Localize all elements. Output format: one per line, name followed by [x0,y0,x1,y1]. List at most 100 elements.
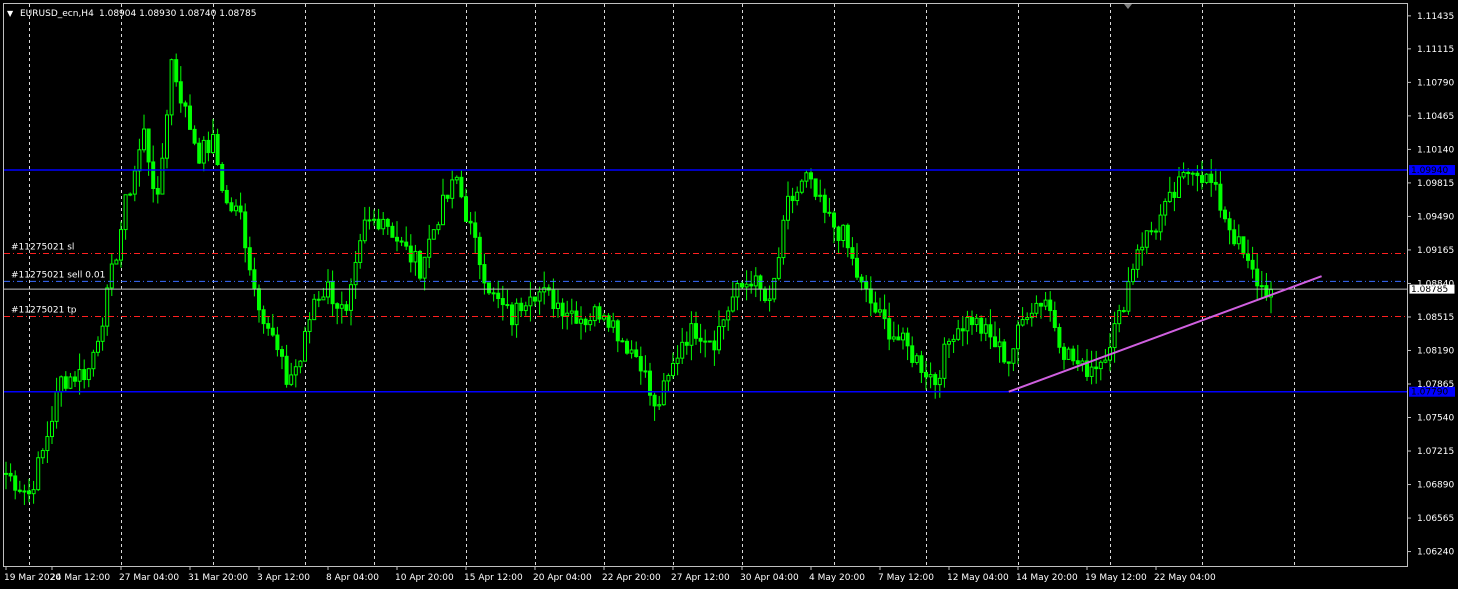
candle-body [937,377,942,386]
price-tick-label: 1.10790 [1417,78,1454,88]
candle-body [454,176,459,181]
candle-body [27,490,31,495]
candle-body [123,194,128,231]
candle-body [763,288,767,301]
time-tick-label: 8 Apr 04:00 [326,573,379,583]
candle-body [1177,176,1181,198]
candle-body [528,296,533,307]
candle-body [142,128,146,151]
time-tick-label: 3 Apr 12:00 [257,573,310,583]
order-sl-label: #11275021 sl [11,243,74,253]
candle-body [68,376,73,389]
candle-body [36,457,41,491]
candle-body [629,349,634,354]
candle-body [698,337,703,342]
candle-body [818,194,823,197]
candle-body [790,195,795,202]
candle-body [776,257,781,279]
chart-window[interactable]: 1.09940 1.07790 #11275021 sl #11275021 sell… [0,0,1458,589]
candle-body [878,309,882,313]
candle-body [1062,346,1066,360]
candle-body [1029,312,1034,319]
candle-body [289,374,294,385]
time-tick-label: 15 Apr 12:00 [464,573,523,583]
time-tick-label: 24 Mar 12:00 [50,573,110,583]
candle-body [4,472,8,475]
candle-body [1075,360,1080,365]
price-chart[interactable]: 1.099401.07790#11275021 sl#11275021 sell… [0,0,1458,589]
candle-body [1098,361,1103,370]
candle-body [128,193,133,196]
candle-body [1158,214,1163,233]
symbol-label: EURUSD_ecn,H4 [20,9,94,19]
candle-body [836,226,841,241]
candle-body [551,289,556,310]
candle-body [970,317,974,326]
candle-body [694,323,698,339]
candle-body [905,332,910,347]
candle-body [436,224,441,231]
candle-body [183,102,188,107]
candle-body [974,317,979,326]
time-tick-label: 19 May 12:00 [1085,573,1147,583]
candle-body [914,355,919,363]
price-tick-label: 1.07540 [1417,414,1454,424]
candle-body [316,298,321,301]
candle-body [13,475,18,491]
plot-area[interactable] [3,3,1408,567]
candle-body [91,351,96,370]
candle-body [77,369,82,382]
candle-body [487,282,491,294]
candle-body [160,157,165,195]
candle-body [896,336,901,341]
candle-body [799,180,804,193]
candle-body [229,202,234,212]
chart-menu-icon[interactable]: ▼ [7,9,14,18]
candle-body [284,355,289,385]
candle-body [684,341,689,346]
candle-body [50,420,54,438]
candle-body [919,355,924,373]
candle-body [1250,259,1255,270]
candle-body [307,319,312,332]
candle-body [155,187,160,195]
candle-body [252,269,257,290]
candle-body [680,341,685,359]
candle-body [86,368,91,381]
candle-body [864,281,869,290]
time-axis[interactable]: 19 Mar 202024 Mar 12:00 27 Mar 04:00 31 Ma… [4,566,1216,583]
candle-body [1043,299,1048,307]
candle-body [1117,310,1122,325]
candle-body [1204,173,1209,183]
candle-body [1163,200,1168,216]
candle-body [31,489,36,495]
candle-body [243,211,248,249]
candle-body [579,318,583,324]
price-tick-label: 1.11115 [1417,45,1454,55]
price-tick-label: 1.06890 [1417,481,1454,491]
candle-body [275,334,280,351]
candle-body [445,194,450,199]
price-tick-label: 1.09815 [1417,179,1454,189]
candle-body [8,472,13,477]
candle-body [238,205,243,213]
candle-body [1025,317,1030,321]
ohlc-readout: 1.08904 1.08930 1.08740 1.08785 [99,9,256,19]
candle-body [1126,281,1131,312]
candle-body [211,133,215,154]
candle-body [744,283,749,288]
candle-body [740,283,744,288]
candle-body [652,394,657,407]
order-tp-label: #11275021 tp [11,305,77,315]
candle-body [441,194,445,226]
candle-body [1089,366,1094,377]
time-tick-label: 7 May 12:00 [878,573,934,583]
time-tick-label: 4 May 20:00 [809,573,865,583]
candle-body [1195,172,1200,177]
candle-body [1167,191,1172,202]
candle-body [385,218,390,227]
candle-body [330,281,335,305]
candle-body [712,340,717,351]
candle-body [689,323,694,346]
time-tick-label: 12 May 04:00 [947,573,1009,583]
